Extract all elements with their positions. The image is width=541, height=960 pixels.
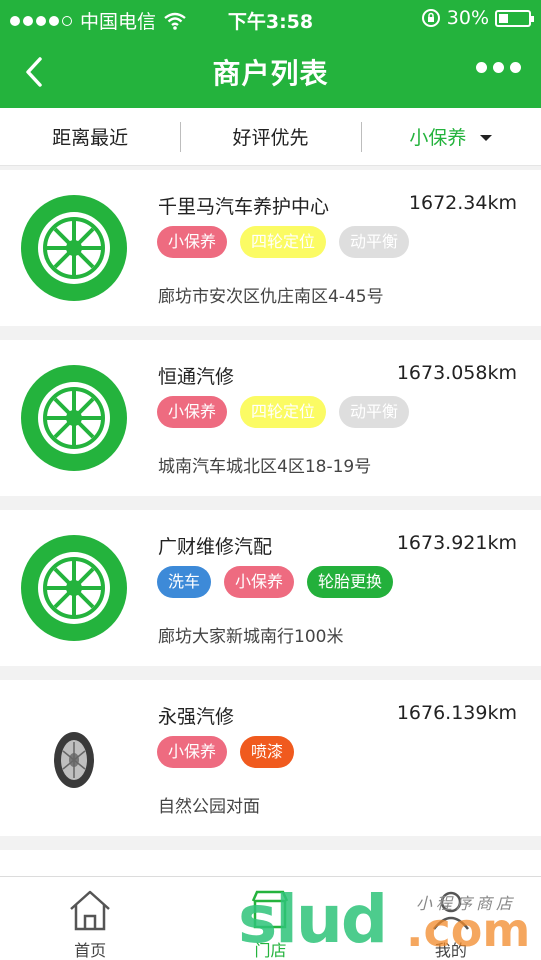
- merchant-name: 千里马汽车养护中心: [158, 196, 330, 218]
- merchant-card[interactable]: 永强汽修 1676.139km 小保养 喷漆 自然公园对面: [0, 680, 541, 836]
- orientation-lock-icon: [421, 9, 440, 27]
- service-tag: 动平衡: [339, 226, 410, 258]
- merchant-name: 恒通汽修: [158, 366, 235, 388]
- merchant-address: 城南汽车城北区4区18-19号: [158, 457, 372, 477]
- merchant-distance: 1672.34km: [408, 192, 517, 214]
- merchant-name: 广财维修汽配: [158, 536, 273, 558]
- status-bar: 中国电信 下午3:58 30%: [0, 0, 541, 36]
- tab-label: 首页: [74, 941, 107, 960]
- battery-percent: 30%: [446, 7, 489, 29]
- filter-bar: 距离最近 好评优先 小保养: [0, 108, 541, 166]
- caret-down-icon: [480, 134, 493, 141]
- service-tag: 洗车: [157, 566, 212, 598]
- wheel-logo-icon: [21, 535, 127, 641]
- service-tags: 洗车 小保养 轮胎更换: [157, 566, 394, 598]
- page-title: 商户列表: [212, 57, 329, 90]
- service-tags: 小保养 四轮定位 动平衡: [157, 226, 410, 258]
- tab-store[interactable]: 门店: [180, 877, 360, 960]
- filter-top-rated[interactable]: 好评优先: [180, 108, 360, 165]
- filter-label: 好评优先: [232, 127, 309, 149]
- wheel-logo-icon: [21, 195, 127, 301]
- tab-label: 我的: [434, 941, 467, 960]
- merchant-card[interactable]: 千里马汽车养护中心 1672.34km 小保养 四轮定位 动平衡 廊坊市安次区仇…: [0, 170, 541, 326]
- service-tag: 小保养: [157, 226, 228, 258]
- service-tags: 小保养 喷漆: [157, 736, 295, 768]
- person-icon: [432, 891, 469, 930]
- tab-home[interactable]: 首页: [0, 877, 180, 960]
- merchant-distance: 1673.921km: [396, 532, 517, 554]
- service-tag: 四轮定位: [240, 226, 327, 258]
- merchant-card[interactable]: 恒通汽修 1673.058km 小保养 四轮定位 动平衡 城南汽车城北区4区18…: [0, 340, 541, 496]
- filter-label: 小保养: [409, 127, 467, 149]
- status-right: 30%: [421, 7, 534, 29]
- service-tag: 小保养: [157, 396, 228, 428]
- tab-profile[interactable]: 我的: [361, 877, 541, 960]
- merchant-distance: 1673.058km: [396, 362, 517, 384]
- service-tag: 四轮定位: [240, 396, 327, 428]
- tab-label: 门店: [254, 941, 287, 960]
- merchant-card[interactable]: 广财维修汽配 1673.921km 洗车 小保养 轮胎更换 廊坊大家新城南行10…: [0, 510, 541, 666]
- nav-bar: 商户列表: [0, 36, 541, 108]
- service-tag: 小保养: [157, 736, 228, 768]
- more-menu-icon[interactable]: [476, 62, 521, 73]
- service-tag: 动平衡: [339, 396, 410, 428]
- filter-service-dropdown[interactable]: 小保养: [360, 108, 541, 165]
- filter-label: 距离最近: [52, 127, 129, 149]
- filter-nearest[interactable]: 距离最近: [0, 108, 180, 165]
- service-tag: 喷漆: [240, 736, 295, 768]
- service-tags: 小保养 四轮定位 动平衡: [157, 396, 410, 428]
- merchant-name: 永强汽修: [158, 706, 235, 728]
- merchant-distance: 1676.139km: [396, 702, 517, 724]
- battery-icon: [495, 9, 534, 27]
- merchant-address: 廊坊大家新城南行100米: [158, 627, 344, 647]
- wheel-logo-icon: [21, 365, 127, 471]
- tire-photo-icon: [54, 732, 94, 788]
- tab-bar: 首页 门店 我的: [0, 876, 541, 960]
- service-tag: 轮胎更换: [307, 566, 394, 598]
- merchant-address: 自然公园对面: [158, 797, 260, 817]
- merchant-address: 廊坊市安次区仇庄南区4-45号: [158, 287, 384, 307]
- store-icon: [252, 890, 289, 929]
- home-icon: [70, 890, 110, 931]
- service-tag: 小保养: [224, 566, 295, 598]
